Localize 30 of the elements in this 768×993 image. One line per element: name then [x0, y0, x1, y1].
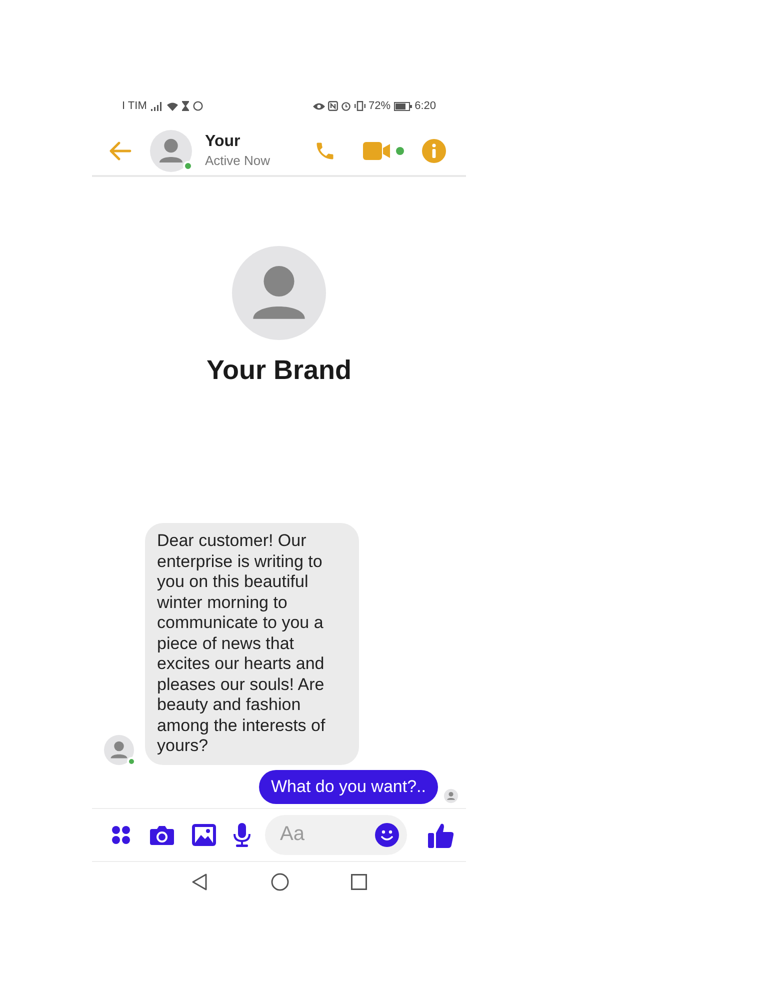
active-status: Active Now	[205, 152, 270, 170]
hourglass-icon	[182, 101, 189, 111]
profile-name: Your Brand	[206, 354, 352, 386]
signal-icon	[150, 102, 163, 110]
message-input-field[interactable]: Aa	[265, 814, 407, 854]
eye-icon	[312, 102, 325, 110]
more-button[interactable]	[110, 824, 132, 846]
sender-avatar-icon	[104, 734, 134, 764]
battery-icon	[394, 102, 412, 110]
gallery-button[interactable]	[192, 824, 216, 846]
avatar-icon	[150, 130, 192, 172]
contact-name: Your	[205, 132, 242, 151]
emoji-button[interactable]	[375, 822, 399, 846]
recents-nav-button[interactable]	[351, 874, 367, 890]
clock-time: 6:20	[414, 98, 436, 114]
incoming-message: Dear customer! Our enterprise is writing to you on this beautiful winter morning to communicate to you a piece of news that excites our hearts and pleases our souls! Are beauty and fashion among the interests of yours?	[145, 523, 359, 764]
outgoing-message: What do you want?..	[259, 770, 438, 804]
wifi-icon	[166, 102, 178, 110]
nfc-icon	[328, 101, 338, 111]
vibrate-icon	[354, 101, 366, 111]
like-button[interactable]	[428, 822, 454, 848]
microphone-button[interactable]	[233, 822, 251, 846]
battery-percentage: 72%	[368, 98, 391, 114]
home-nav-button[interactable]	[271, 872, 289, 890]
profile-avatar-icon	[232, 246, 326, 340]
carrier-name: I TIM	[122, 98, 147, 114]
camera-button[interactable]	[150, 824, 174, 846]
alarm-icon	[340, 101, 351, 111]
circle-icon	[192, 101, 203, 111]
back-nav-button[interactable]	[191, 872, 209, 890]
